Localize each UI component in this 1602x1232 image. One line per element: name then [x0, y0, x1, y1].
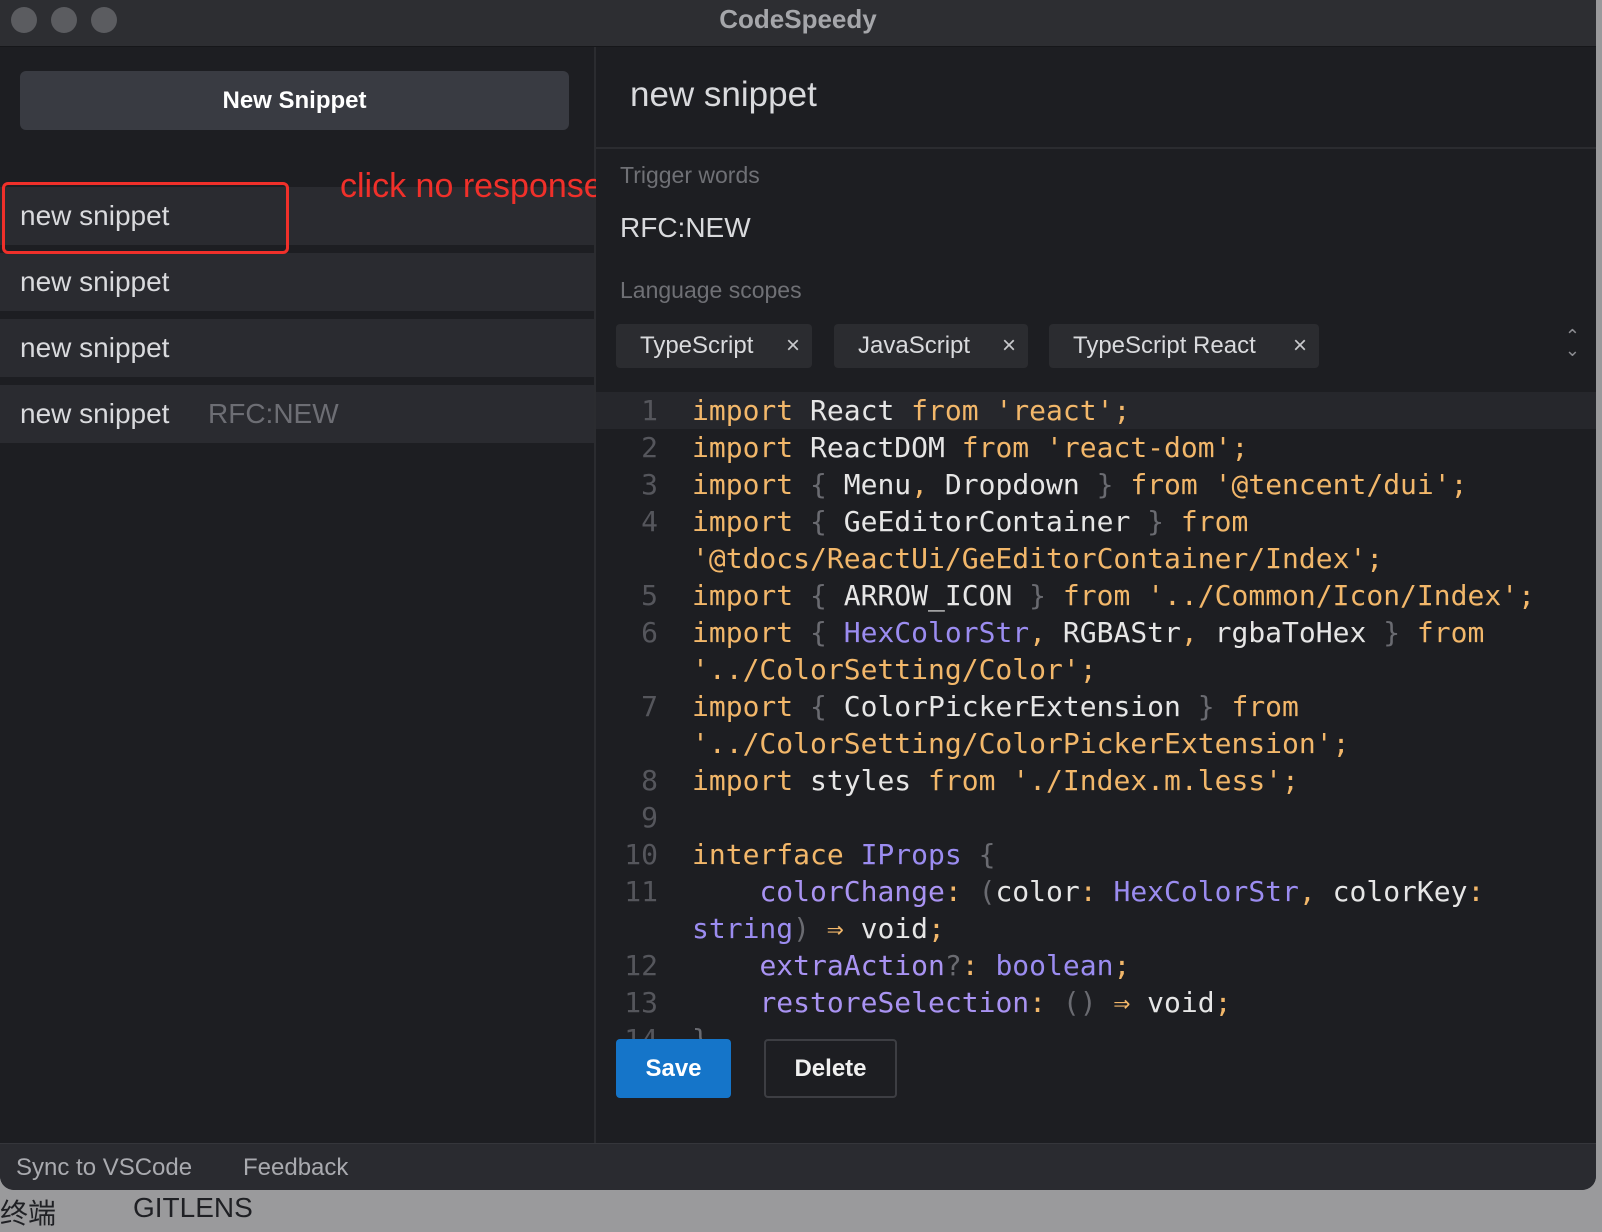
background-terminal-tab: 终端	[0, 1198, 57, 1229]
code-text: import { ARROW_ICON } from '../Common/Ic…	[692, 579, 1535, 612]
line-number: 5	[641, 579, 658, 612]
snippet-list-item[interactable]: new snippet RFC:NEW	[0, 385, 594, 443]
scope-chip-label: JavaScript	[858, 332, 971, 359]
code-line[interactable]: 7 import { ColorPickerExtension } from	[596, 688, 1596, 725]
code-text: import { GeEditorContainer } from	[692, 505, 1249, 538]
code-text: import ReactDOM from 'react-dom';	[692, 431, 1249, 464]
code-text: restoreSelection: () ⇒ void;	[759, 986, 1232, 1019]
scope-chip-typescript: TypeScript ×	[616, 324, 812, 368]
line-number: 10	[624, 838, 658, 871]
code-line[interactable]: 10 interface IProps {	[596, 836, 1596, 873]
scope-chip-typescript-react: TypeScript React ×	[1049, 324, 1319, 368]
scope-chip-label: TypeScript	[640, 332, 754, 359]
app-window: CodeSpeedy New Snippet new snippet new s…	[0, 0, 1596, 1190]
remove-scope-icon[interactable]: ×	[1002, 324, 1016, 368]
code-line[interactable]: string) ⇒ void;	[596, 910, 1596, 947]
title-bar: CodeSpeedy	[0, 0, 1596, 47]
window-title: CodeSpeedy	[719, 4, 877, 34]
line-number: 11	[624, 875, 658, 908]
line-number: 1	[641, 394, 658, 427]
snippet-name: new snippet	[20, 266, 170, 297]
snippet-name: new snippet	[20, 332, 170, 363]
snippet-title[interactable]: new snippet	[630, 75, 817, 115]
line-number: 8	[641, 764, 658, 797]
scope-chip-javascript: JavaScript ×	[834, 324, 1028, 368]
snippet-sidebar: New Snippet new snippet new snippet new …	[0, 47, 603, 1143]
feedback-link[interactable]: Feedback	[243, 1154, 348, 1182]
background-gitlens-tab: GITLENS	[133, 1192, 253, 1223]
code-text: import { ColorPickerExtension } from	[692, 690, 1299, 723]
language-scopes-label: Language scopes	[620, 277, 802, 303]
annotation-highlight-box	[2, 182, 289, 254]
code-line[interactable]: 9	[596, 799, 1596, 836]
code-line[interactable]: 3 import { Menu, Dropdown } from '@tencen…	[596, 466, 1596, 503]
code-text: import { Menu, Dropdown } from '@tencent…	[692, 468, 1468, 501]
code-text: colorChange: (color: HexColorStr, colorK…	[759, 875, 1485, 908]
code-text: import React from 'react';	[692, 394, 1131, 427]
code-line[interactable]: 13 restoreSelection: () ⇒ void;	[596, 984, 1596, 1021]
line-number: 6	[641, 616, 658, 649]
snippet-editor-panel: new snippet Trigger words RFC:NEW Langua…	[596, 47, 1596, 1143]
code-line[interactable]: 11 colorChange: (color: HexColorStr, col…	[596, 873, 1596, 910]
code-text: '../ColorSetting/Color';	[692, 653, 1097, 686]
code-line[interactable]: 5 import { ARROW_ICON } from '../Common/I…	[596, 577, 1596, 614]
sync-to-vscode-link[interactable]: Sync to VSCode	[16, 1154, 192, 1182]
remove-scope-icon[interactable]: ×	[1293, 324, 1307, 368]
line-number: 4	[641, 505, 658, 538]
code-line[interactable]: 8 import styles from './Index.m.less';	[596, 762, 1596, 799]
code-line[interactable]: 2 import ReactDOM from 'react-dom';	[596, 429, 1596, 466]
snippet-list-item[interactable]: new snippet	[0, 253, 594, 311]
trigger-words-input[interactable]: RFC:NEW	[620, 212, 751, 244]
scope-chip-label: TypeScript React	[1073, 332, 1256, 359]
code-editor[interactable]: 1 import React from 'react'; 2 import React…	[596, 392, 1596, 1082]
code-line[interactable]: 12 extraAction?: boolean;	[596, 947, 1596, 984]
line-number: 9	[641, 801, 658, 834]
line-number: 7	[641, 690, 658, 723]
code-text: string) ⇒ void;	[692, 912, 945, 945]
code-line[interactable]: 1 import React from 'react';	[596, 392, 1596, 429]
code-text: import { HexColorStr, RGBAStr, rgbaToHex…	[692, 616, 1485, 649]
snippet-trigger: RFC:NEW	[208, 398, 339, 429]
code-line[interactable]: 6 import { HexColorStr, RGBAStr, rgbaToHe…	[596, 614, 1596, 651]
code-text: interface IProps {	[692, 838, 996, 871]
line-number: 3	[641, 468, 658, 501]
remove-scope-icon[interactable]: ×	[786, 324, 800, 368]
annotation-text: click no response	[340, 167, 603, 205]
scope-select-chevron-icon[interactable]: ⌃ ⌄	[1565, 327, 1580, 359]
code-line[interactable]: 4 import { GeEditorContainer } from	[596, 503, 1596, 540]
footer-bar: Sync to VSCode Feedback	[0, 1143, 1596, 1190]
code-text: import styles from './Index.m.less';	[692, 764, 1299, 797]
new-snippet-button[interactable]: New Snippet	[20, 71, 569, 130]
code-line[interactable]: '@tdocs/ReactUi/GeEditorContainer/Index'…	[596, 540, 1596, 577]
editor-header: new snippet	[596, 47, 1596, 149]
save-button[interactable]: Save	[616, 1039, 731, 1098]
line-number: 12	[624, 949, 658, 982]
code-line[interactable]: 14}	[596, 1021, 1596, 1058]
code-text: '../ColorSetting/ColorPickerExtension';	[692, 727, 1350, 760]
line-number: 13	[624, 986, 658, 1019]
code-line[interactable]: '../ColorSetting/ColorPickerExtension';	[596, 725, 1596, 762]
line-number: 2	[641, 431, 658, 464]
snippet-name: new snippet	[20, 398, 170, 429]
trigger-words-label: Trigger words	[620, 162, 760, 188]
snippet-list-item[interactable]: new snippet	[0, 319, 594, 377]
code-text: '@tdocs/ReactUi/GeEditorContainer/Index'…	[692, 542, 1384, 575]
delete-button[interactable]: Delete	[764, 1039, 897, 1098]
code-line[interactable]: '../ColorSetting/Color';	[596, 651, 1596, 688]
code-text: extraAction?: boolean;	[759, 949, 1131, 982]
